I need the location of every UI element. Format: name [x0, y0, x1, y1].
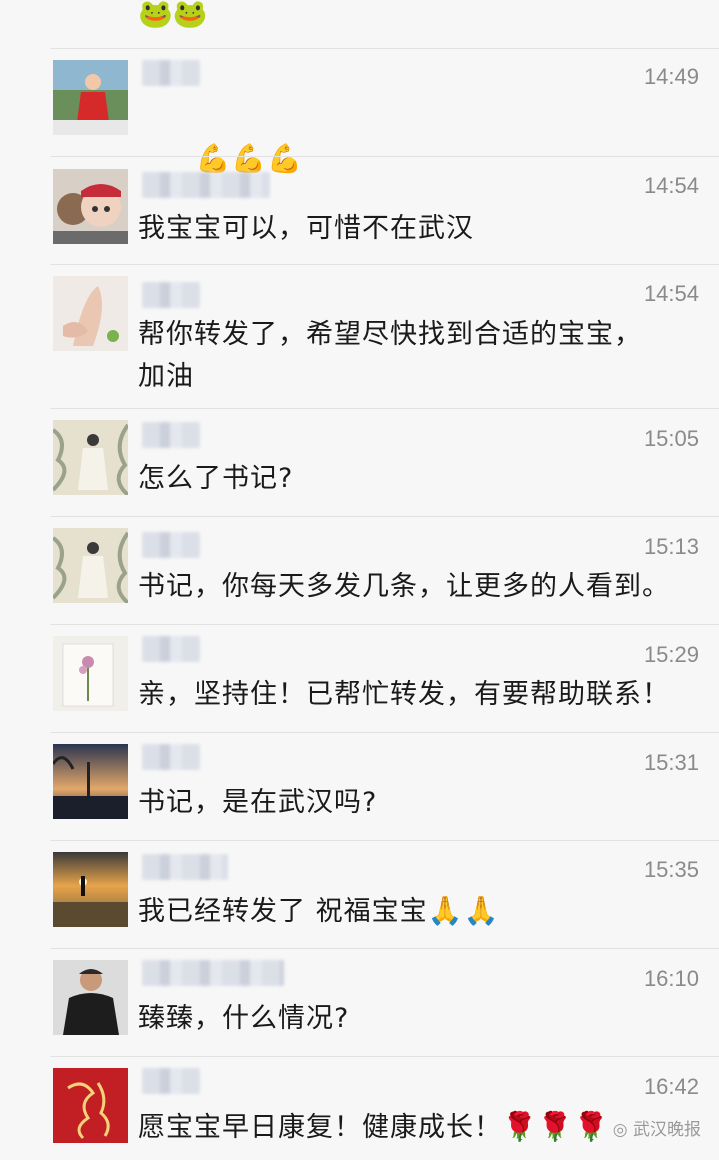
avatar[interactable]	[53, 960, 128, 1035]
comment-text-body: 愿宝宝早日康复！健康成长！	[138, 1112, 502, 1143]
username-blurred	[142, 60, 200, 86]
avatar[interactable]	[53, 528, 128, 603]
comment-time: 15:35	[643, 857, 699, 882]
avatar[interactable]	[53, 1068, 128, 1143]
comment-text: 书记，是在武汉吗?	[138, 787, 378, 818]
divider	[50, 840, 719, 841]
watermark-text: 武汉晚报	[633, 1120, 701, 1140]
comment-time: 15:13	[643, 534, 699, 559]
comment-item[interactable]: 15:29 亲，坚持住！已帮忙转发，有要帮助联系！	[0, 624, 719, 732]
comment-text: 怎么了书记?	[138, 463, 294, 494]
comment-item[interactable]: 14:49 💪💪💪	[0, 48, 719, 175]
comment-time: 15:05	[643, 426, 699, 451]
divider	[50, 732, 719, 733]
watermark: ◎ 武汉晚报	[613, 1115, 701, 1140]
avatar[interactable]	[53, 60, 128, 135]
avatar[interactable]	[53, 852, 128, 927]
avatar[interactable]	[53, 276, 128, 351]
divider	[50, 264, 719, 265]
avatar[interactable]	[53, 169, 128, 244]
username-blurred	[142, 960, 284, 986]
divider	[50, 516, 719, 517]
comment-item[interactable]: 16:42 愿宝宝早日康复！健康成长！🌹🌹🌹	[0, 1056, 719, 1160]
username-blurred	[142, 636, 200, 662]
comment-item[interactable]: 14:54 我宝宝可以，可惜不在武汉	[0, 156, 719, 264]
avatar[interactable]	[53, 636, 128, 711]
divider	[50, 156, 719, 157]
comment-text: 我宝宝可以，可惜不在武汉	[138, 213, 474, 244]
comment-item[interactable]: 16:10 臻臻，什么情况?	[0, 948, 719, 1056]
comment-item[interactable]: 14:54 帮你转发了，希望尽快找到合适的宝宝， 加油	[0, 264, 719, 408]
comment-text: 帮你转发了，希望尽快找到合适的宝宝， 加油	[138, 319, 642, 392]
divider	[50, 624, 719, 625]
comment-time: 16:42	[643, 1074, 699, 1099]
comment-text: 亲，坚持住！已帮忙转发，有要帮助联系！	[138, 679, 670, 710]
comment-feed: 🐸🐸 14:49 💪💪💪 14:54 我宝宝可以，可惜不在武汉 14:54 帮你…	[0, 0, 719, 1160]
username-blurred	[142, 422, 200, 448]
username-blurred	[142, 532, 200, 558]
comment-text-body: 我已经转发了 祝福宝宝	[138, 896, 428, 927]
comment-item[interactable]: 15:31 书记，是在武汉吗?	[0, 732, 719, 840]
username-blurred	[142, 172, 270, 198]
username-blurred	[142, 744, 200, 770]
username-blurred	[142, 282, 200, 308]
comment-time: 16:10	[643, 966, 699, 991]
avatar[interactable]	[53, 744, 128, 819]
divider	[50, 948, 719, 949]
comment-time: 14:54	[643, 173, 699, 198]
comment-item[interactable]: 15:13 书记，你每天多发几条，让更多的人看到。	[0, 516, 719, 624]
frog-emojis: 🐸🐸	[138, 0, 208, 30]
comment-time: 14:49	[643, 64, 699, 89]
divider	[50, 408, 719, 409]
comment-text: 臻臻，什么情况?	[138, 1003, 350, 1034]
comment-time: 15:31	[643, 750, 699, 775]
comment-time: 15:29	[643, 642, 699, 667]
rose-emojis: 🌹🌹🌹	[502, 1110, 610, 1143]
comment-item-partial: 🐸🐸	[0, 0, 719, 48]
comment-item[interactable]: 15:35 我已经转发了 祝福宝宝🙏🙏	[0, 840, 719, 948]
avatar[interactable]	[53, 420, 128, 495]
comment-time: 14:54	[643, 281, 699, 306]
divider	[50, 1056, 719, 1057]
username-blurred	[142, 854, 228, 880]
comment-text: 我已经转发了 祝福宝宝🙏🙏	[138, 890, 705, 933]
folded-hands-emojis: 🙏🙏	[427, 894, 500, 927]
comment-item[interactable]: 15:05 怎么了书记?	[0, 408, 719, 516]
wechat-icon: ◎	[612, 1120, 628, 1140]
comment-text: 书记，你每天多发几条，让更多的人看到。	[138, 571, 670, 602]
divider	[50, 48, 719, 49]
username-blurred	[142, 1068, 200, 1094]
